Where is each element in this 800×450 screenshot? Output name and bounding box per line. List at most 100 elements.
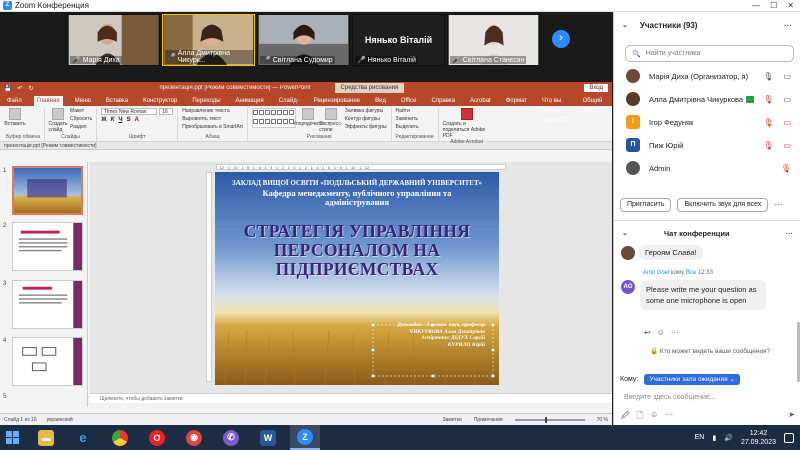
language-indicator[interactable]: EN: [695, 434, 705, 441]
maximize-button[interactable]: ☐: [770, 1, 777, 10]
video-tile-no-video[interactable]: Нянько Віталій 🎤 Нянько Віталій: [352, 14, 445, 66]
tab-view[interactable]: Вид: [372, 96, 389, 106]
arrange-button[interactable]: Упорядочить: [293, 108, 323, 127]
document-tab[interactable]: презентація.ppt [Режим совместимости]: [0, 142, 612, 150]
convert-smartart-button[interactable]: Преобразовать в SmartArt: [182, 124, 243, 131]
section-button[interactable]: Раздел: [70, 124, 92, 131]
slide-thumbnail[interactable]: [12, 280, 83, 329]
font-color-button[interactable]: А: [135, 117, 139, 123]
taskbar-viber[interactable]: ✆: [216, 425, 246, 450]
font-name-select[interactable]: Times New Roman: [101, 108, 158, 115]
select-button[interactable]: Выделить: [396, 124, 419, 131]
qat-redo-icon[interactable]: ↻: [29, 85, 34, 92]
paste-button[interactable]: Вставить: [4, 108, 26, 127]
close-button[interactable]: ✕: [787, 1, 794, 10]
video-tile[interactable]: 🎤 Марія Диха: [67, 14, 160, 66]
italic-button[interactable]: К: [111, 117, 115, 123]
taskbar-app[interactable]: ◉: [179, 425, 209, 450]
ppt-login-button[interactable]: Вход: [584, 84, 608, 92]
new-slide-button[interactable]: Создать слайд: [48, 108, 68, 133]
tab-help[interactable]: Справка: [428, 96, 458, 106]
underline-button[interactable]: Ч: [118, 117, 122, 123]
shape-fill-button[interactable]: Заливка фигуры: [345, 108, 387, 115]
more-icon[interactable]: ···: [665, 410, 673, 424]
tab-office-tab[interactable]: Office Tab: [398, 96, 420, 114]
video-tile-active-speaker[interactable]: 🎤 Алла Дмитрівна Чикурк...: [162, 14, 255, 66]
sender-name[interactable]: Amit Goel: [643, 270, 669, 276]
bold-button[interactable]: Ж: [101, 117, 106, 123]
shapes-gallery[interactable]: [251, 108, 296, 128]
volume-icon[interactable]: 🔊: [724, 434, 733, 442]
video-icon[interactable]: ▭: [783, 95, 791, 104]
more-icon[interactable]: ···: [786, 229, 794, 238]
tab-insert[interactable]: Вставка: [103, 96, 131, 106]
video-icon[interactable]: ▭: [783, 72, 791, 81]
slide-thumbnail-selected[interactable]: [12, 166, 83, 215]
reset-button[interactable]: Сбросить: [70, 116, 92, 123]
tab-design[interactable]: Конструктор: [140, 96, 180, 106]
tab-file[interactable]: Файл: [4, 96, 25, 106]
tell-me-search[interactable]: Что вы хотите сделать?: [539, 96, 571, 124]
quick-styles-button[interactable]: Экспресс-стили: [319, 108, 343, 133]
taskbar-explorer[interactable]: ▬: [31, 425, 61, 450]
taskbar-ie[interactable]: e: [68, 425, 98, 450]
clock[interactable]: 12:42 27.09.2023: [741, 429, 776, 447]
participant-row[interactable]: П Пиж Юрій 🎙 ▭: [614, 135, 800, 155]
layout-button[interactable]: Макет: [70, 108, 92, 115]
tab-transitions[interactable]: Переходы: [189, 96, 223, 106]
more-icon[interactable]: ···: [784, 21, 792, 30]
participant-row[interactable]: Марія Диха (Организатор, я) 🎙 ▭: [614, 66, 800, 86]
tab-review[interactable]: Рецензирование: [311, 96, 363, 106]
mic-muted-icon[interactable]: 🎙: [763, 141, 773, 150]
format-icon[interactable]: 🖉: [621, 410, 630, 424]
participant-row[interactable]: Алла Дмитрівна Чикуркова 🎙 ▭: [614, 89, 800, 109]
start-button[interactable]: [0, 425, 24, 450]
participant-search-input[interactable]: 🔍 Найти участника: [625, 45, 794, 62]
taskbar-chrome[interactable]: [105, 425, 135, 450]
chevron-down-icon[interactable]: ⌄: [622, 21, 628, 29]
taskbar-zoom[interactable]: Z: [290, 425, 320, 450]
network-icon[interactable]: ▮: [712, 434, 716, 442]
mic-muted-icon[interactable]: 🎙: [763, 118, 773, 127]
gallery-next-button[interactable]: ›: [552, 30, 570, 48]
tab-home[interactable]: Главная: [33, 96, 63, 106]
slide-thumbnail[interactable]: [12, 222, 83, 271]
shape-effects-button[interactable]: Эффекты фигуры: [345, 124, 387, 131]
tab-slideshow[interactable]: Слайд-шоу: [276, 96, 302, 114]
unmute-all-button[interactable]: Включить звук для всех: [677, 198, 769, 212]
tab-format[interactable]: Формат: [503, 96, 530, 106]
create-pdf-button[interactable]: Создать и поделиться Adobe PDF: [443, 108, 491, 139]
tab-menu[interactable]: Меню: [72, 96, 94, 106]
video-off-icon[interactable]: ▭: [783, 141, 791, 150]
more-icon[interactable]: ···: [671, 328, 679, 337]
video-off-icon[interactable]: ▭: [783, 118, 791, 127]
zoom-level[interactable]: 70 %: [597, 417, 608, 423]
emoji-icon[interactable]: ☺: [650, 410, 658, 424]
chevron-down-icon[interactable]: ⌄: [622, 229, 628, 237]
slide-thumbnail[interactable]: [12, 337, 83, 386]
notes-pane[interactable]: Щелкните, чтобы добавить заметки: [90, 393, 612, 403]
shape-outline-button[interactable]: Контур фигуры: [345, 116, 387, 123]
strike-button[interactable]: S: [127, 117, 131, 123]
send-icon[interactable]: ➤: [788, 410, 795, 424]
minimize-button[interactable]: —: [752, 1, 760, 10]
qat-undo-icon[interactable]: ↶: [17, 85, 22, 92]
font-size-select[interactable]: 16: [159, 108, 174, 115]
current-slide[interactable]: ЗАКЛАД ВИЩОЇ ОСВІТИ «ПОДІЛЬСЬКИЙ ДЕРЖАВН…: [215, 172, 499, 385]
who-can-see-link[interactable]: 🔒 Кто может видеть ваши сообщения?: [650, 347, 770, 355]
qat-save-icon[interactable]: 💾: [4, 85, 11, 92]
chat-input[interactable]: Введите здесь сообщение...: [624, 394, 716, 401]
more-options-icon[interactable]: ⋯: [774, 198, 783, 212]
align-text-button[interactable]: Выровнять текст: [182, 116, 243, 123]
find-button[interactable]: Найти: [396, 108, 419, 115]
notification-icon[interactable]: [784, 432, 794, 443]
replace-button[interactable]: Заменить: [396, 116, 419, 123]
share-button[interactable]: Общий доступ: [580, 96, 606, 114]
emoji-reaction-icon[interactable]: ☺: [657, 328, 665, 337]
mic-muted-icon[interactable]: 🎙: [763, 95, 773, 104]
video-tile[interactable]: 🎤 Світлана Судомир: [257, 14, 350, 66]
tab-animation[interactable]: Анимация: [233, 96, 267, 106]
participant-row[interactable]: I Ігор Федуняк 🎙 ▭: [614, 112, 800, 132]
tab-acrobat[interactable]: Acrobat: [467, 96, 494, 106]
video-tile[interactable]: 🎤 Світлана Станєсян: [447, 14, 540, 66]
